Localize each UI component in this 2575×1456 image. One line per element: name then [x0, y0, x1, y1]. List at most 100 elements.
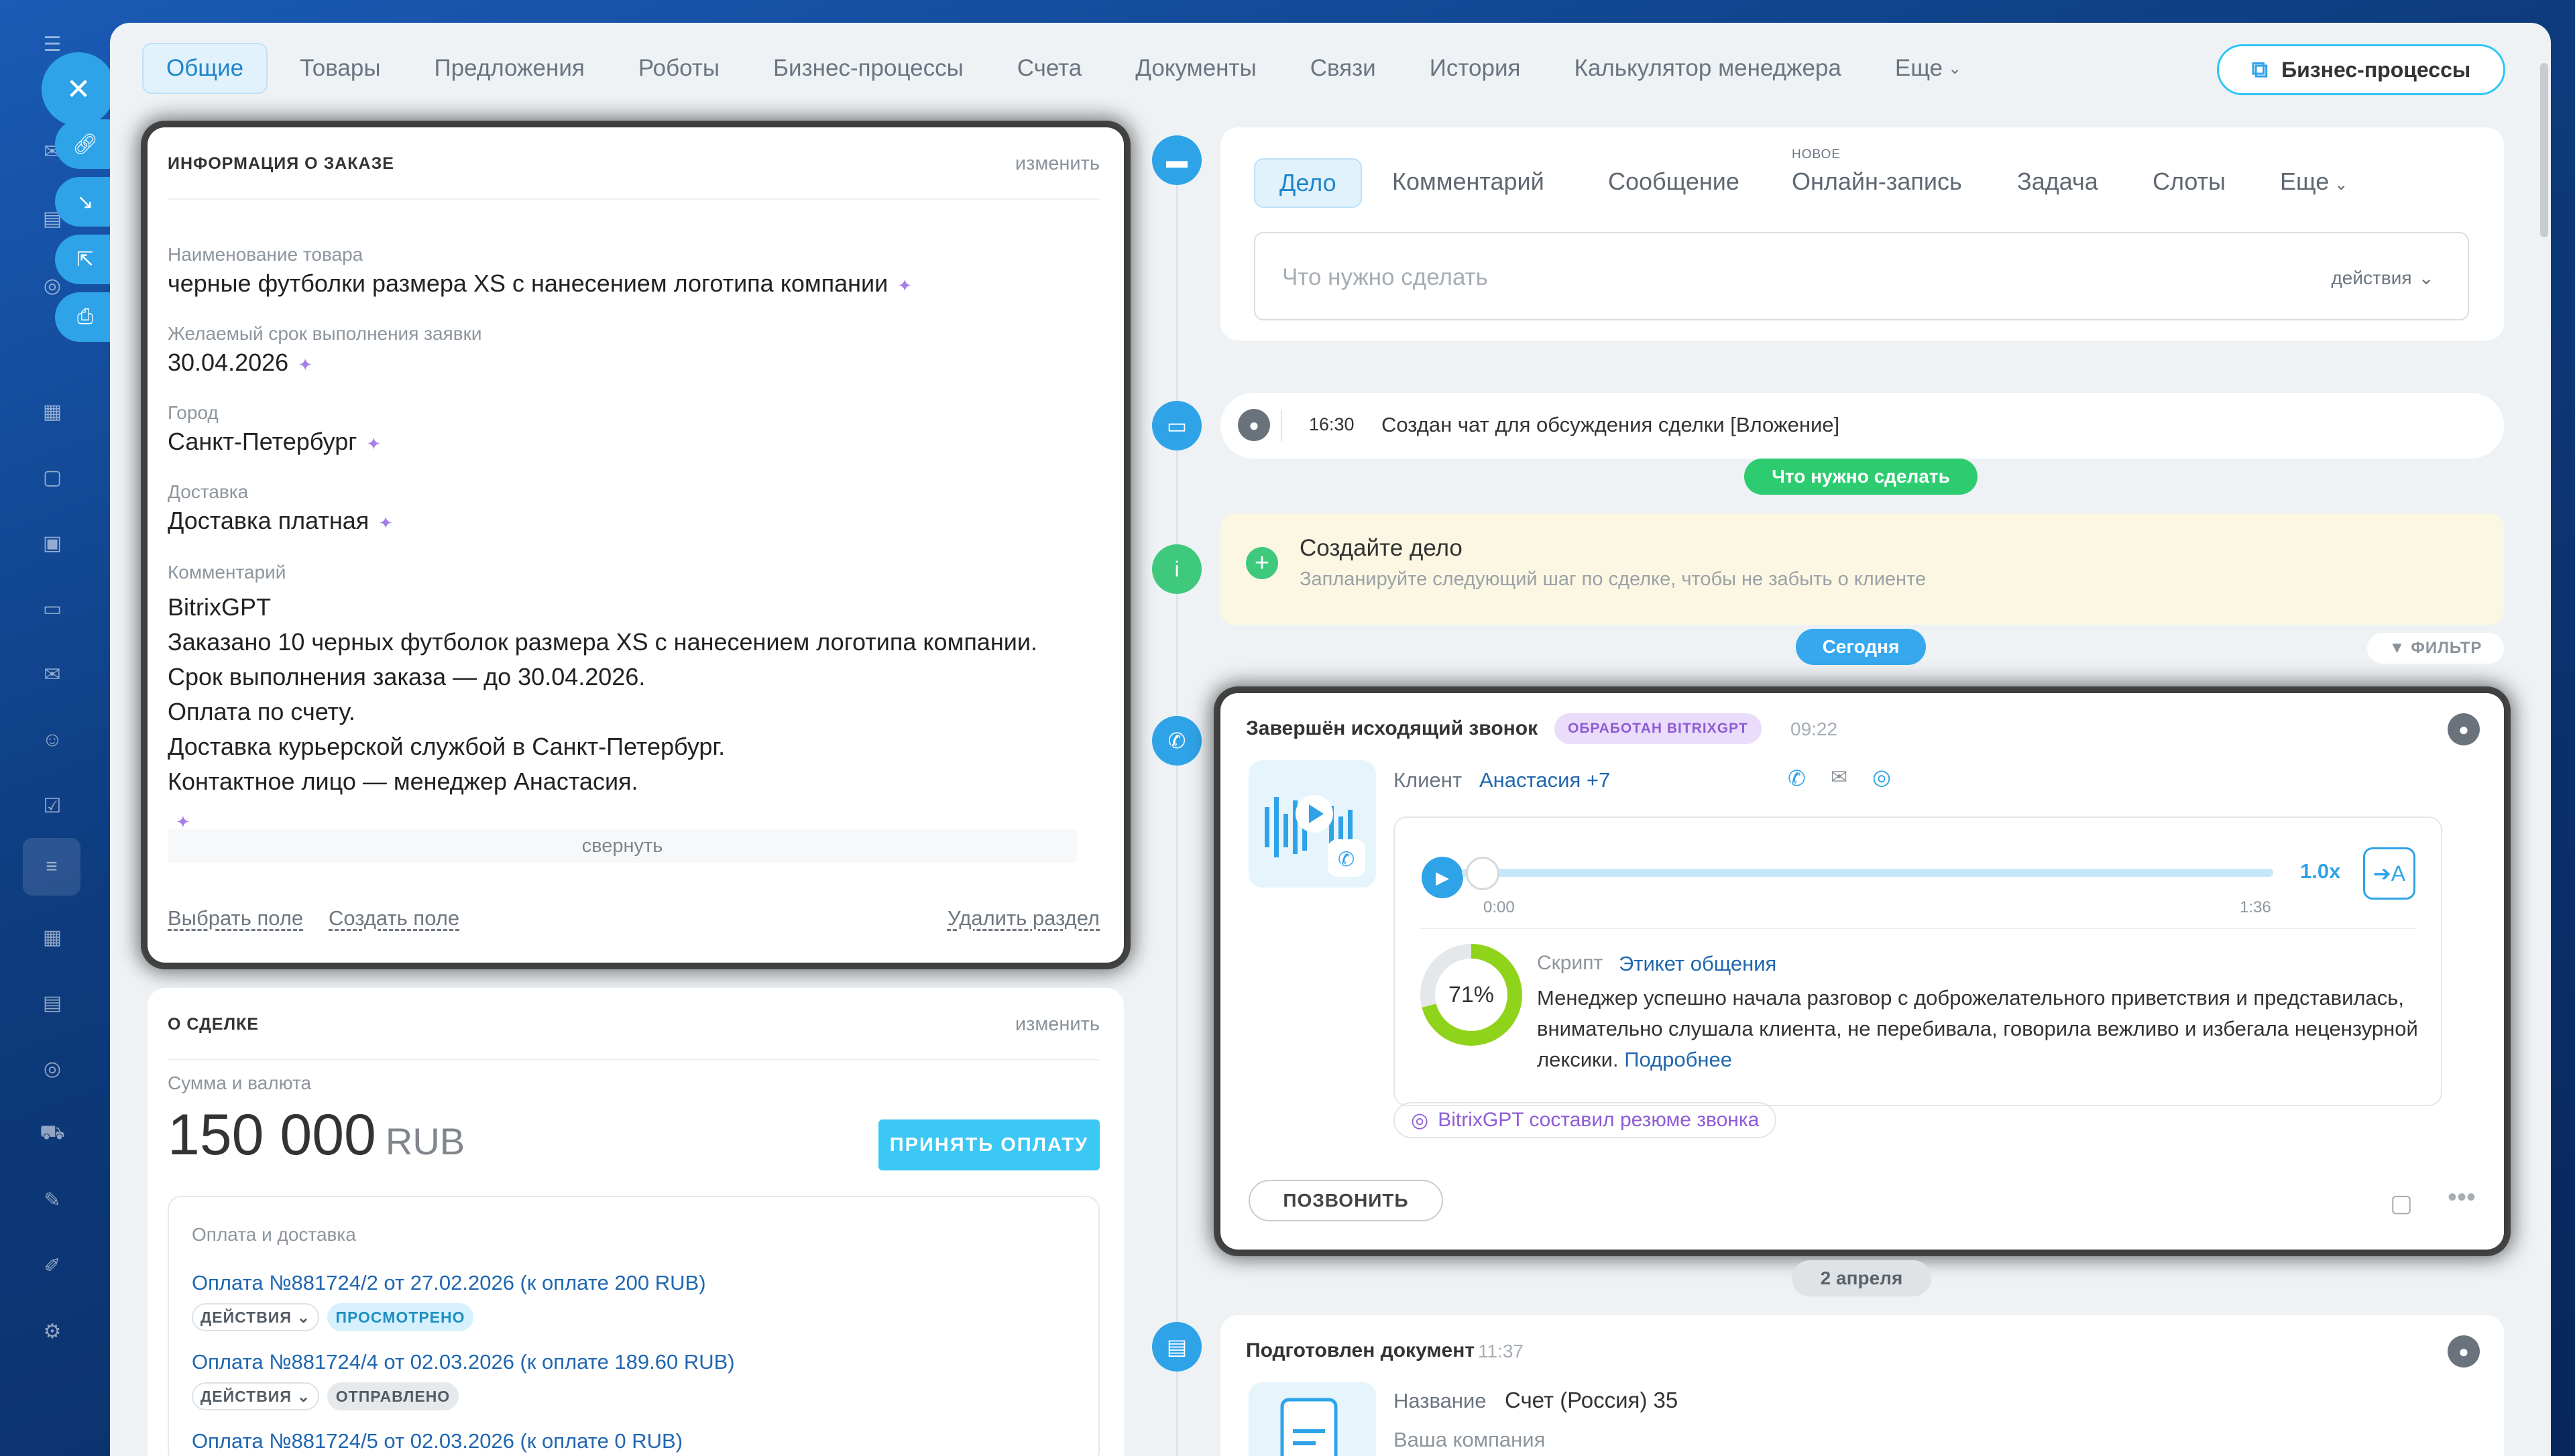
select-field-link[interactable]: Выбрать поле [168, 906, 303, 930]
create-field-link[interactable]: Создать поле [329, 906, 459, 930]
client-name-link[interactable]: Анастасия +7 [1479, 768, 1610, 792]
checklist-icon[interactable]: ☑ [35, 788, 70, 823]
note-icon[interactable]: ▢ [2390, 1189, 2413, 1217]
actions-dropdown[interactable]: действия ⌄ [2331, 267, 2434, 289]
copy-link-button[interactable]: 🔗︎ [55, 119, 115, 169]
edit-link[interactable]: изменить [1015, 153, 1100, 175]
filter-button[interactable]: ▼ ФИЛЬТР [2367, 633, 2504, 664]
store-icon[interactable]: ▤ [35, 985, 70, 1020]
call-button[interactable]: ПОЗВОНИТЬ [1249, 1180, 1443, 1221]
field-value-delivery[interactable]: Доставка платная ✦ [168, 507, 393, 535]
actions-label: действия [2331, 267, 2412, 288]
pen-icon[interactable]: ✐ [35, 1248, 70, 1283]
sum-label: Сумма и валюта [168, 1073, 312, 1093]
ai-sparkle-icon: ✦ [897, 276, 913, 296]
field-value-deadline[interactable]: 30.04.2026 ✦ [168, 349, 312, 377]
chevron-down-icon: ⌄ [296, 1308, 311, 1326]
script-name-link[interactable]: Этикет общения [1619, 952, 1776, 976]
deal-card-window: Общие Товары Предложения Роботы Бизнес-п… [110, 23, 2551, 1456]
scrollbar[interactable] [2540, 63, 2548, 237]
print-button[interactable]: ⎙ [55, 292, 115, 342]
tab-history[interactable]: История [1403, 43, 1548, 94]
editor-tab-slots[interactable]: Слоты [2153, 168, 2226, 196]
settings-icon[interactable]: ⚙ [35, 1314, 70, 1349]
editor-tab-activity[interactable]: Дело [1254, 158, 1362, 208]
audio-end-time: 1:36 [2240, 898, 2271, 916]
document-time: 11:37 [1478, 1341, 1524, 1361]
signature-icon[interactable]: ✎ [35, 1182, 70, 1217]
tab-invoices[interactable]: Счета [990, 43, 1109, 94]
minimize-button[interactable]: ↘ [55, 177, 115, 227]
tab-robots[interactable]: Роботы [612, 43, 746, 94]
audio-waveform-icon: ✆ [1249, 760, 1376, 888]
editor-tab-online-booking[interactable]: Онлайн-запись [1792, 168, 1962, 196]
tab-more[interactable]: Еще ⌄ [1868, 43, 1988, 94]
document-thumbnail-icon [1249, 1382, 1376, 1456]
create-activity-item[interactable]: + Создайте дело Запланируйте следующий ш… [1220, 513, 2504, 625]
edit-link[interactable]: изменить [1015, 1014, 1100, 1036]
field-value-comment[interactable]: BitrixGPT Заказано 10 черных футболок ра… [168, 590, 1037, 839]
boards-icon[interactable]: ▣ [35, 526, 70, 560]
audio-progress-slider[interactable] [1462, 869, 2273, 877]
event-text[interactable]: Создан чат для обсуждения сделки [Вложен… [1381, 413, 1839, 437]
cart-icon[interactable]: ⛟ [35, 1117, 70, 1152]
open-new-window-button[interactable]: ⇱ [55, 235, 115, 284]
user-avatar[interactable]: ● [2448, 713, 2480, 745]
transcribe-button[interactable]: ➔A [2363, 847, 2415, 900]
tab-links[interactable]: Связи [1283, 43, 1403, 94]
activity-editor: Дело Комментарий Сообщение НОВОЕ Онлайн-… [1220, 127, 2504, 341]
actions-dropdown[interactable]: ДЕЙСТВИЯ ⌄ [192, 1382, 319, 1410]
editor-tab-task[interactable]: Задача [2017, 168, 2098, 196]
todo-input[interactable]: Что нужно сделать действия ⌄ [1254, 232, 2469, 320]
more-options-icon[interactable]: ••• [2448, 1182, 2476, 1213]
docs-icon[interactable]: ▢ [35, 460, 70, 495]
collapse-button[interactable]: свернуть [168, 829, 1077, 863]
target-icon[interactable]: ◎ [35, 1051, 70, 1086]
email-icon[interactable]: ✉ [1831, 766, 1847, 789]
contacts-icon[interactable]: ☺ [35, 723, 70, 757]
payment-link[interactable]: Оплата №881724/2 от 27.02.2026 (к оплате… [192, 1271, 706, 1295]
close-slider-button[interactable]: ✕ [42, 52, 115, 126]
tab-products[interactable]: Товары [273, 43, 407, 94]
slider-knob[interactable] [1466, 857, 1499, 890]
phone-icon[interactable]: ✆ [1788, 766, 1806, 791]
speed-button[interactable]: 1.0x [2300, 859, 2340, 884]
play-button[interactable]: ▶ [1422, 857, 1463, 898]
openlines-icon[interactable]: ◎ [1872, 764, 1891, 790]
crm-icon[interactable]: ≡ [23, 838, 80, 896]
divider [168, 198, 1100, 200]
status-badge: ПРОСМОТРЕНО [327, 1303, 473, 1331]
field-value-product[interactable]: черные футболки размера XS с нанесением … [168, 269, 912, 298]
drive-icon[interactable]: ▭ [35, 591, 70, 626]
business-processes-button[interactable]: ⧉ Бизнес-процессы [2217, 44, 2505, 95]
mail-icon[interactable]: ✉ [35, 657, 70, 692]
gpt-summary-pill[interactable]: ◎ BitrixGPT составил резюме звонка [1393, 1102, 1777, 1138]
editor-tab-comment[interactable]: Комментарий [1392, 168, 1544, 196]
calendar-icon[interactable]: ▦ [35, 394, 70, 429]
script-score-ring: 71% [1420, 944, 1522, 1046]
payment-link[interactable]: Оплата №881724/4 от 02.03.2026 (к оплате… [192, 1350, 735, 1374]
tab-offers[interactable]: Предложения [408, 43, 612, 94]
delete-section-link[interactable]: Удалить раздел [948, 906, 1100, 930]
document-icon: ▤ [1152, 1322, 1202, 1372]
accept-payment-button[interactable]: ПРИНЯТЬ ОПЛАТУ [878, 1119, 1100, 1170]
document-title: Подготовлен документ [1246, 1339, 1475, 1361]
deadline-value: 30.04.2026 [168, 349, 289, 376]
tab-general[interactable]: Общие [142, 43, 268, 94]
tab-manager-calculator[interactable]: Калькулятор менеджера [1547, 43, 1868, 94]
today-badge: Сегодня [1796, 629, 1926, 665]
more-link[interactable]: Подробнее [1624, 1048, 1732, 1071]
editor-tab-more[interactable]: Еще ⌄ [2280, 168, 2348, 196]
field-label: Доставка [168, 481, 249, 502]
editor-tab-message[interactable]: Сообщение [1608, 168, 1739, 196]
plus-icon[interactable]: + [1246, 547, 1278, 579]
document-name[interactable]: Счет (Россия) 35 [1505, 1388, 1678, 1413]
user-avatar[interactable]: ● [2448, 1335, 2480, 1368]
tab-business-processes[interactable]: Бизнес-процессы [746, 43, 990, 94]
deal-sum[interactable]: 150 000 RUB [168, 1102, 465, 1168]
planner-icon[interactable]: ▦ [35, 920, 70, 955]
payment-link[interactable]: Оплата №881724/5 от 02.03.2026 (к оплате… [192, 1429, 683, 1453]
actions-dropdown[interactable]: ДЕЙСТВИЯ ⌄ [192, 1303, 319, 1331]
tab-documents[interactable]: Документы [1108, 43, 1283, 94]
field-value-city[interactable]: Санкт-Петербург ✦ [168, 428, 381, 456]
